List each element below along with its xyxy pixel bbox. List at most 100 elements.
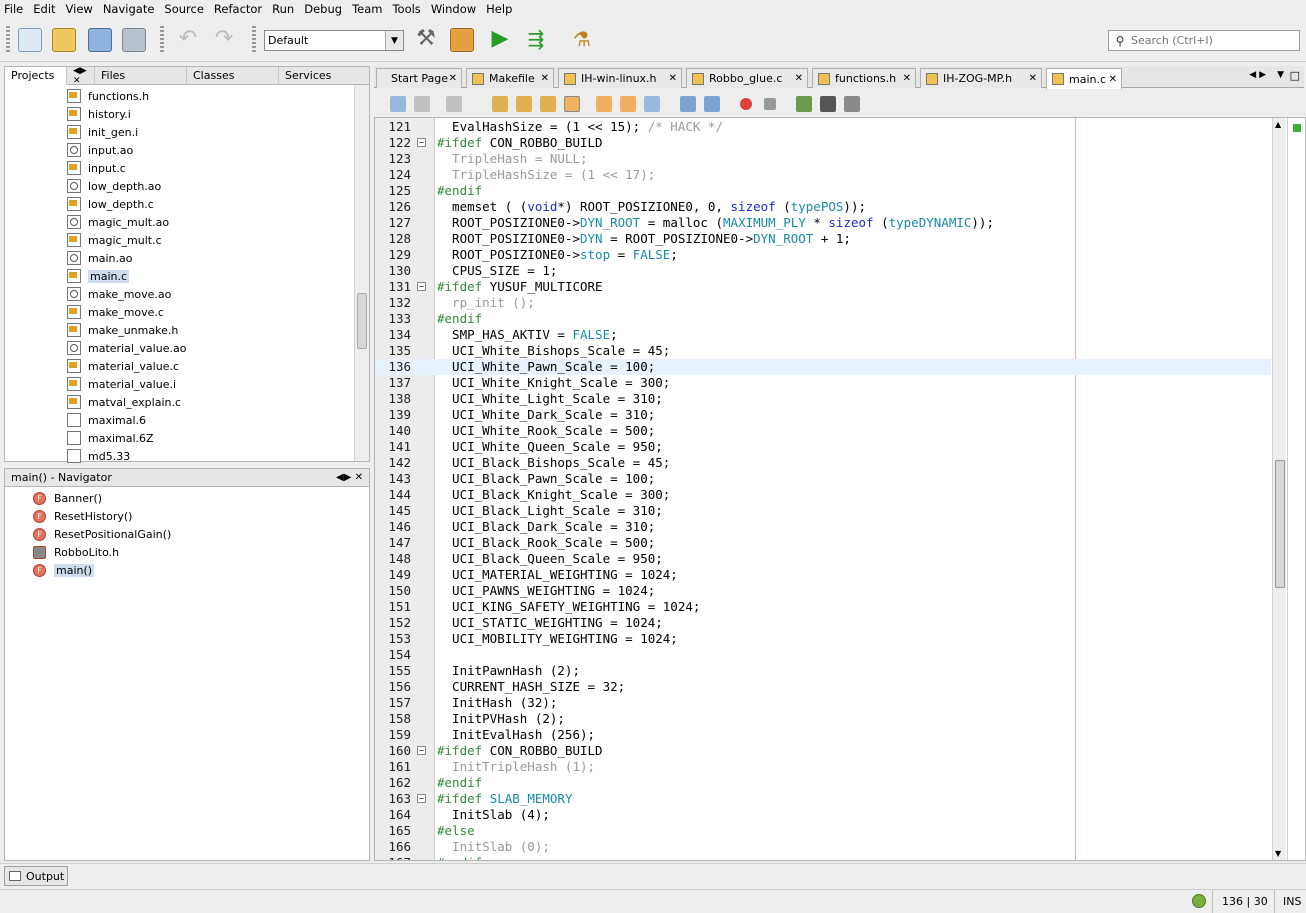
code-line[interactable]: 150 UCI_PAWNS_WEIGHTING = 1024; — [375, 583, 1271, 599]
scroll-thumb[interactable] — [1275, 460, 1285, 588]
close-icon[interactable]: ✕ — [449, 73, 457, 84]
tree-item[interactable]: make_move.c — [67, 303, 164, 321]
undo-icon[interactable]: ↶ — [176, 28, 200, 52]
debug-run-icon[interactable]: ⇶ — [524, 28, 548, 52]
code-line[interactable]: 131− #ifdef YUSUF_MULTICORE — [375, 279, 1271, 295]
code-line[interactable]: 163− #ifdef SLAB_MEMORY — [375, 791, 1271, 807]
toolbar-grip[interactable] — [6, 26, 10, 54]
forward-icon[interactable] — [414, 96, 430, 112]
tree-item[interactable]: material_value.i — [67, 375, 176, 393]
tree-item[interactable]: functions.h — [67, 87, 149, 105]
minimize-close-icon[interactable]: ◀▶ ✕ — [336, 472, 363, 483]
menu-view[interactable]: View — [66, 2, 93, 16]
code-editor[interactable]: 121 EvalHashSize = (1 << 15); /* HACK */… — [374, 117, 1306, 861]
code-line[interactable]: 139 UCI_White_Dark_Scale = 310; — [375, 407, 1271, 423]
error-stripe[interactable] — [1287, 118, 1305, 860]
code-line[interactable]: 133 #endif — [375, 311, 1271, 327]
menu-refactor[interactable]: Refactor — [214, 2, 262, 16]
tree-item[interactable]: low_depth.c — [67, 195, 154, 213]
tree-item[interactable]: low_depth.ao — [67, 177, 161, 195]
search-input[interactable] — [1131, 34, 1291, 47]
tree-item[interactable]: maximal.6 — [67, 411, 146, 429]
stop-macro-icon[interactable] — [764, 98, 776, 110]
tree-item[interactable]: input.ao — [67, 141, 133, 159]
fold-icon[interactable]: − — [417, 746, 426, 755]
last-edit-icon[interactable] — [446, 96, 462, 112]
navigator-item[interactable]: F Banner() — [33, 489, 102, 507]
tree-item[interactable]: make_move.ao — [67, 285, 171, 303]
output-button[interactable]: Output — [4, 866, 68, 886]
code-line[interactable]: 136 UCI_White_Pawn_Scale = 100; — [375, 359, 1271, 375]
code-line[interactable]: 132 rp_init (); — [375, 295, 1271, 311]
code-line[interactable]: 144 UCI_Black_Knight_Scale = 300; — [375, 487, 1271, 503]
code-line[interactable]: 162 #endif — [375, 775, 1271, 791]
comment-icon[interactable] — [796, 96, 812, 112]
editor-tab[interactable]: IH-win-linux.h ✕ — [558, 68, 682, 88]
tree-item[interactable]: main.ao — [67, 249, 132, 267]
code-line[interactable]: 158 InitPVHash (2); — [375, 711, 1271, 727]
open-project-icon[interactable] — [88, 28, 112, 52]
menu-edit[interactable]: Edit — [33, 2, 55, 16]
editor-tab[interactable]: functions.h ✕ — [812, 68, 916, 88]
quick-search[interactable]: ⚲ — [1108, 30, 1300, 51]
code-line[interactable]: 142 UCI_Black_Bishops_Scale = 45; — [375, 455, 1271, 471]
redo-icon[interactable]: ↷ — [212, 28, 236, 52]
code-line[interactable]: 167 #endif — [375, 855, 1271, 860]
code-line[interactable]: 155 InitPawnHash (2); — [375, 663, 1271, 679]
code-line[interactable]: 152 UCI_STATIC_WEIGHTING = 1024; — [375, 615, 1271, 631]
code-line[interactable]: 124 TripleHashSize = (1 << 17); — [375, 167, 1271, 183]
tree-scrollbar[interactable] — [354, 85, 369, 461]
close-icon[interactable]: ✕ — [1029, 73, 1037, 84]
code-line[interactable]: 149 UCI_MATERIAL_WEIGHTING = 1024; — [375, 567, 1271, 583]
back-icon[interactable] — [390, 96, 406, 112]
code-line[interactable]: 126 memset ( (void*) ROOT_POSIZIONE0, 0,… — [375, 199, 1271, 215]
close-icon[interactable]: ✕ — [669, 73, 677, 84]
editor-tab[interactable]: IH-ZOG-MP.h ✕ — [920, 68, 1042, 88]
code-line[interactable]: 130 CPUS_SIZE = 1; — [375, 263, 1271, 279]
build-hammer-icon[interactable]: ⚒ — [414, 28, 438, 52]
next-bookmark-icon[interactable] — [620, 96, 636, 112]
editor-tab[interactable]: Makefile ✕ — [466, 68, 554, 88]
menu-help[interactable]: Help — [486, 2, 512, 16]
minimize-close-icon[interactable]: ◀▶ ✕ — [67, 66, 95, 86]
navigator-item[interactable]: RobboLito.h — [33, 543, 119, 561]
tree-item[interactable]: init_gen.i — [67, 123, 138, 141]
new-project-icon[interactable] — [52, 28, 76, 52]
code-line[interactable]: 156 CURRENT_HASH_SIZE = 32; — [375, 679, 1271, 695]
tree-item[interactable]: material_value.c — [67, 357, 179, 375]
close-icon[interactable]: ✕ — [1109, 74, 1117, 85]
code-line[interactable]: 122− #ifdef CON_ROBBO_BUILD — [375, 135, 1271, 151]
fold-icon[interactable]: − — [417, 794, 426, 803]
menu-debug[interactable]: Debug — [304, 2, 342, 16]
menu-source[interactable]: Source — [164, 2, 204, 16]
tab-services[interactable]: Services — [279, 67, 367, 85]
toggle-highlight-icon[interactable] — [564, 96, 580, 112]
code-line[interactable]: 135 UCI_White_Bishops_Scale = 45; — [375, 343, 1271, 359]
code-line[interactable]: 121 EvalHashSize = (1 << 15); /* HACK */ — [375, 119, 1271, 135]
code-line[interactable]: 151 UCI_KING_SAFETY_WEIGHTING = 1024; — [375, 599, 1271, 615]
find-next-icon[interactable] — [540, 96, 556, 112]
scroll-up-icon[interactable]: ▲ — [1275, 120, 1281, 129]
code-line[interactable]: 147 UCI_Black_Rook_Scale = 500; — [375, 535, 1271, 551]
update-icon[interactable] — [1192, 894, 1206, 908]
menu-team[interactable]: Team — [352, 2, 382, 16]
code-line[interactable]: 160− #ifdef CON_ROBBO_BUILD — [375, 743, 1271, 759]
code-line[interactable]: 161 InitTripleHash (1); — [375, 759, 1271, 775]
menu-window[interactable]: Window — [431, 2, 476, 16]
uncomment-icon[interactable] — [820, 96, 836, 112]
code-line[interactable]: 146 UCI_Black_Dark_Scale = 310; — [375, 519, 1271, 535]
code-line[interactable]: 166 InitSlab (0); — [375, 839, 1271, 855]
code-line[interactable]: 127 ROOT_POSIZIONE0->DYN_ROOT = malloc (… — [375, 215, 1271, 231]
chevron-down-icon[interactable]: ▼ — [385, 31, 403, 50]
menu-navigate[interactable]: Navigate — [103, 2, 155, 16]
tree-item[interactable]: maximal.6Z — [67, 429, 154, 447]
code-line[interactable]: 129 ROOT_POSIZIONE0->stop = FALSE; — [375, 247, 1271, 263]
menu-tools[interactable]: Tools — [392, 2, 420, 16]
tree-item[interactable]: md5.33 — [67, 447, 130, 465]
navigator-item[interactable]: F ResetHistory() — [33, 507, 132, 525]
run-icon[interactable]: ▶ — [488, 28, 512, 52]
fold-icon[interactable]: − — [417, 282, 426, 291]
save-all-icon[interactable] — [122, 28, 146, 52]
tab-list-dropdown-icon[interactable]: ▼ — [1277, 70, 1284, 80]
tree-item[interactable]: main.c — [67, 267, 130, 285]
